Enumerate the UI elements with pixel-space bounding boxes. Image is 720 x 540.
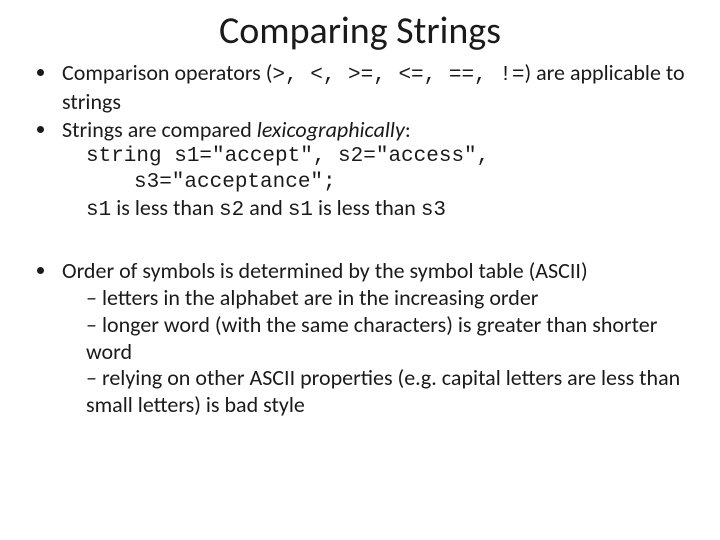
spacer [30,226,690,258]
bullet-list: Comparison operators (>, <, >=, <=, ==, … [30,60,690,224]
operators-code: >, <, >=, <=, ==, != [272,64,524,87]
bullet-lexicographic: Strings are compared lexicographically: … [58,117,690,224]
text: letters in the alphabet are in the incre… [102,284,539,311]
text: is less than [313,194,421,221]
text: : [405,116,411,143]
var-s2: s2 [219,199,244,222]
bullet-ascii-order: Order of symbols is determined by the sy… [58,258,690,419]
sub-bullet-alphabet-order: letters in the alphabet are in the incre… [86,285,690,312]
bullet-comparison-operators: Comparison operators (>, <, >=, <=, ==, … [58,60,690,115]
var-s3: s3 [421,199,446,222]
text: Order of symbols is determined by the sy… [62,257,588,284]
text: is less than [111,194,219,221]
sub-bullet-longer-word: longer word (with the same characters) i… [86,312,690,366]
lexicographically-emph: lexicographically [257,116,405,143]
bullet-list-2: Order of symbols is determined by the sy… [30,258,690,419]
text: relying on other ASCII properties (e.g. … [86,364,680,418]
code-line-2: s3="acceptance"; [62,170,690,196]
slide: Comparing Strings Comparison operators (… [0,0,720,540]
sub-bullet-list: letters in the alphabet are in the incre… [62,285,690,419]
code-line-1: string s1="accept", s2="access", [62,144,690,170]
text: and [244,194,288,221]
slide-title: Comparing Strings [30,8,690,54]
var-s1: s1 [86,199,111,222]
sub-bullet-bad-style: relying on other ASCII properties (e.g. … [86,365,690,419]
comparison-sentence: s1 is less than s2 and s1 is less than s… [62,195,690,224]
text: longer word (with the same characters) i… [86,311,657,365]
var-s1: s1 [288,199,313,222]
text: Comparison operators ( [62,59,272,86]
text: Strings are compared [62,116,257,143]
